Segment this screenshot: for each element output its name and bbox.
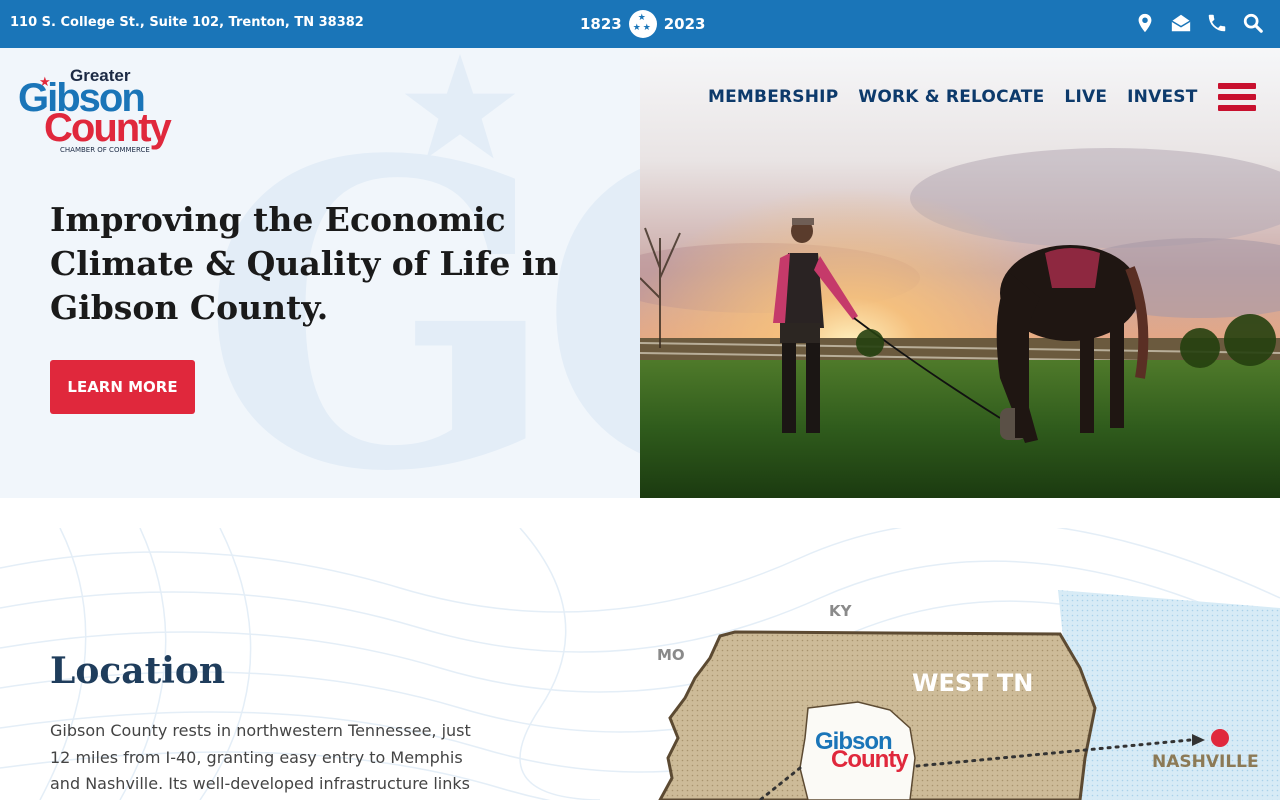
map-county-label: County — [831, 746, 909, 773]
logo-chamber: CHAMBER OF COMMERCE — [60, 146, 150, 154]
ky-label: KY — [829, 602, 852, 620]
nav-work-relocate[interactable]: WORK & RELOCATE — [858, 87, 1044, 107]
hero-title: Improving the Economic Climate & Quality… — [50, 200, 559, 327]
address-text: 110 S. College St., Suite 102, Trenton, … — [10, 15, 364, 30]
location-text: Gibson County rests in northwestern Tenn… — [50, 721, 471, 793]
tennessee-map: KY MO WEST TN Gibson County NASHVILLE — [640, 528, 1280, 800]
year-start: 1823 — [580, 15, 622, 33]
logo-county: County — [44, 106, 172, 150]
west-tn-label: WEST TN — [912, 669, 1034, 697]
location-title: Location — [50, 650, 226, 692]
top-bar: 110 S. College St., Suite 102, Trenton, … — [0, 0, 1280, 48]
menu-bar — [1218, 94, 1256, 100]
star-watermark-icon — [404, 54, 516, 159]
main-nav: MEMBERSHIP WORK & RELOCATE LIVE INVEST — [708, 87, 1198, 107]
chamber-logo[interactable]: Greater ★ Gibson County CHAMBER OF COMME… — [18, 66, 178, 156]
menu-hamburger-icon[interactable] — [1218, 83, 1256, 117]
tennessee-stars-icon: ★ ★ ★ — [628, 10, 657, 38]
phone-icon[interactable] — [1206, 12, 1228, 34]
nav-membership[interactable]: MEMBERSHIP — [708, 87, 838, 107]
hero-photo — [640, 48, 1280, 498]
search-icon[interactable] — [1242, 12, 1264, 34]
location-pin-icon[interactable] — [1134, 12, 1156, 34]
mail-icon[interactable] — [1170, 12, 1192, 34]
nashville-label: NASHVILLE — [1152, 752, 1259, 772]
location-section: Location Gibson County rests in northwes… — [0, 528, 1280, 800]
anniversary-years: 1823 ★ ★ ★ 2023 — [580, 9, 706, 39]
nav-live[interactable]: LIVE — [1064, 87, 1107, 107]
learn-more-button[interactable]: LEARN MORE — [50, 360, 195, 414]
menu-bar — [1218, 83, 1256, 89]
mo-label: MO — [657, 646, 685, 664]
horse-sunset-image — [640, 48, 1280, 498]
hero-panel: GC Greater ★ Gibson County CHAMBER OF CO… — [0, 48, 640, 498]
nav-invest[interactable]: INVEST — [1127, 87, 1197, 107]
year-end: 2023 — [663, 15, 706, 33]
menu-bar — [1218, 105, 1256, 111]
topbar-icons — [1134, 12, 1264, 34]
